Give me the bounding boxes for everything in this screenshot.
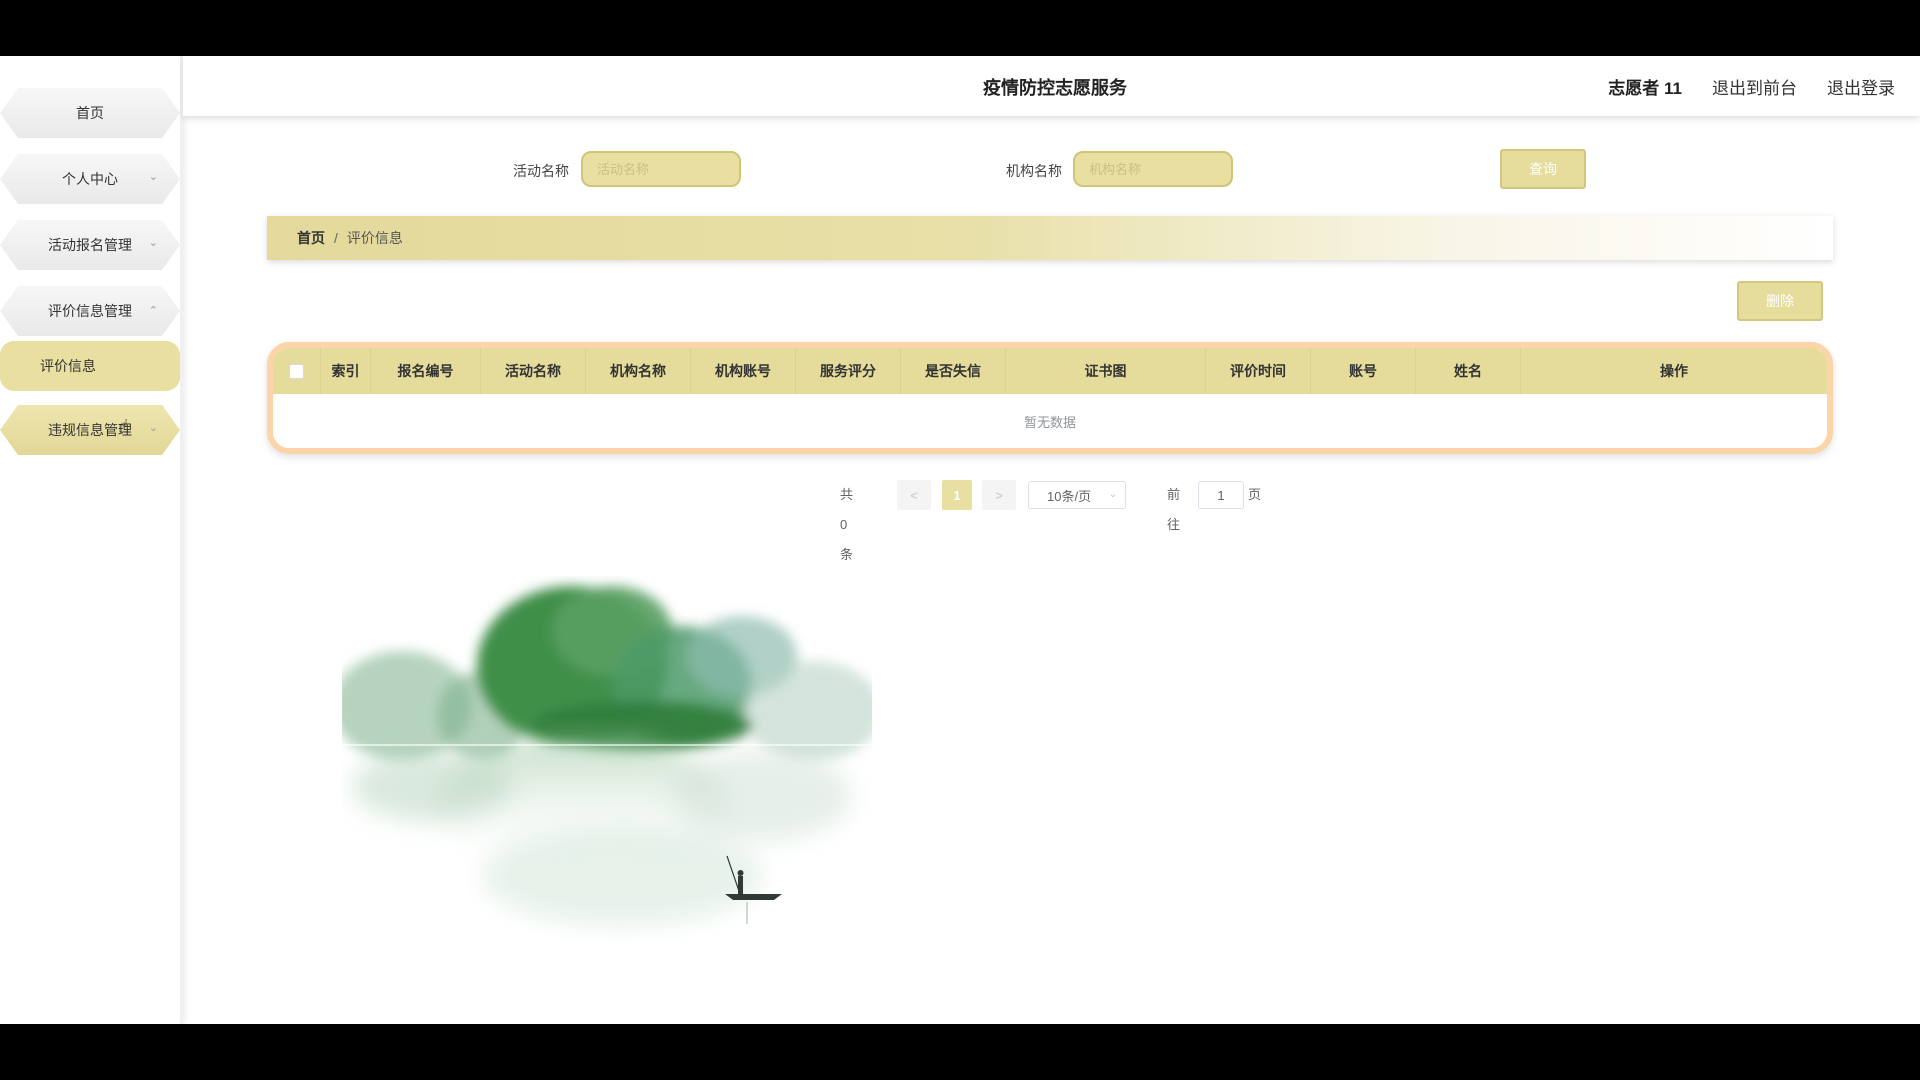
delete-button[interactable]: 删除 bbox=[1737, 281, 1823, 321]
sidebar-subitem-evaluation-info[interactable]: 评价信息 bbox=[0, 341, 180, 391]
sidebar: 首页 个人中心 ⌄ 活动报名管理 ⌄ 评价信息管理 ⌃ 评价信息 违规信息管理 … bbox=[0, 56, 183, 1024]
header-links: 志愿者 11 退出到前台 退出登录 bbox=[1608, 74, 1895, 99]
breadcrumb-current: 评价信息 bbox=[346, 230, 403, 246]
column-header: 账号 bbox=[1311, 348, 1416, 394]
column-header: 评价时间 bbox=[1206, 348, 1311, 394]
activity-name-input[interactable] bbox=[581, 151, 741, 187]
chevron-down-icon: ⌄ bbox=[148, 422, 158, 434]
column-header: 证书图 bbox=[1006, 348, 1206, 394]
column-header: 姓名 bbox=[1416, 348, 1521, 394]
data-table: 索引 报名编号 活动名称 机构名称 机构账号 服务评分 是否失信 证书图 评价时… bbox=[267, 342, 1833, 454]
sidebar-subitem-label: 评价信息 bbox=[40, 358, 96, 374]
hand-cursor-icon: ☝ bbox=[118, 416, 129, 436]
column-header: 活动名称 bbox=[481, 348, 586, 394]
next-page-button[interactable]: > bbox=[982, 480, 1016, 510]
org-name-label: 机构名称 bbox=[1006, 163, 1062, 179]
activity-name-label: 活动名称 bbox=[513, 163, 569, 179]
prev-page-button[interactable]: < bbox=[897, 480, 931, 510]
column-header: 索引 bbox=[321, 348, 371, 394]
chevron-down-icon: ⌄ bbox=[148, 237, 158, 249]
sidebar-item-label: 活动报名管理 bbox=[48, 237, 132, 253]
sidebar-item-home[interactable]: 首页 bbox=[0, 88, 180, 138]
sidebar-item-label: 个人中心 bbox=[62, 171, 118, 187]
sidebar-item-label: 评价信息管理 bbox=[48, 303, 132, 319]
page-size-value: 10条/页 bbox=[1047, 488, 1092, 504]
landscape-painting bbox=[342, 586, 872, 926]
pagination-total: 共 0 条 bbox=[840, 487, 854, 562]
sidebar-item-personal-center[interactable]: 个人中心 ⌄ bbox=[0, 154, 180, 204]
table-header: 索引 报名编号 活动名称 机构名称 机构账号 服务评分 是否失信 证书图 评价时… bbox=[273, 348, 1827, 394]
column-header: 服务评分 bbox=[796, 348, 901, 394]
chevron-down-icon: ⌄ bbox=[148, 171, 158, 183]
sidebar-item-violation-manage[interactable]: 违规信息管理 ⌄ bbox=[0, 405, 180, 455]
goto-page-input[interactable] bbox=[1198, 481, 1244, 509]
column-header: 报名编号 bbox=[371, 348, 481, 394]
page-size-select[interactable]: 10条/页 ⌄ bbox=[1028, 481, 1126, 509]
column-header: 机构名称 bbox=[586, 348, 691, 394]
query-button[interactable]: 查询 bbox=[1500, 149, 1586, 189]
goto-suffix: 页 bbox=[1248, 487, 1262, 502]
current-user: 志愿者 11 bbox=[1608, 79, 1682, 98]
sidebar-item-activity-signup[interactable]: 活动报名管理 ⌄ bbox=[0, 220, 180, 270]
breadcrumb-separator: / bbox=[334, 230, 338, 246]
sidebar-item-evaluation-manage[interactable]: 评价信息管理 ⌃ bbox=[0, 286, 180, 336]
header: 疫情防控志愿服务 志愿者 11 退出到前台 退出登录 bbox=[183, 56, 1920, 116]
select-all-checkbox[interactable] bbox=[289, 363, 304, 379]
sidebar-item-label: 首页 bbox=[76, 105, 104, 121]
column-header: 机构账号 bbox=[691, 348, 796, 394]
page-number[interactable]: 1 bbox=[942, 480, 972, 510]
empty-state: 暂无数据 bbox=[1023, 414, 1076, 430]
column-header: 操作 bbox=[1660, 363, 1688, 379]
logout-link[interactable]: 退出登录 bbox=[1827, 74, 1895, 99]
chevron-down-icon: ⌄ bbox=[1108, 489, 1117, 500]
select-all-cell bbox=[273, 348, 321, 394]
breadcrumb-home[interactable]: 首页 bbox=[297, 228, 325, 248]
org-name-input[interactable] bbox=[1073, 151, 1233, 187]
site-title: 疫情防控志愿服务 bbox=[983, 78, 1127, 98]
breadcrumb: 首页 / 评价信息 bbox=[267, 216, 1833, 260]
app-window: 首页 个人中心 ⌄ 活动报名管理 ⌄ 评价信息管理 ⌃ 评价信息 违规信息管理 … bbox=[0, 56, 1920, 1024]
chevron-up-icon: ⌃ bbox=[148, 305, 158, 317]
back-to-frontend-link[interactable]: 退出到前台 bbox=[1712, 74, 1797, 99]
column-header: 是否失信 bbox=[901, 348, 1006, 394]
goto-label: 前往 bbox=[1167, 487, 1181, 532]
